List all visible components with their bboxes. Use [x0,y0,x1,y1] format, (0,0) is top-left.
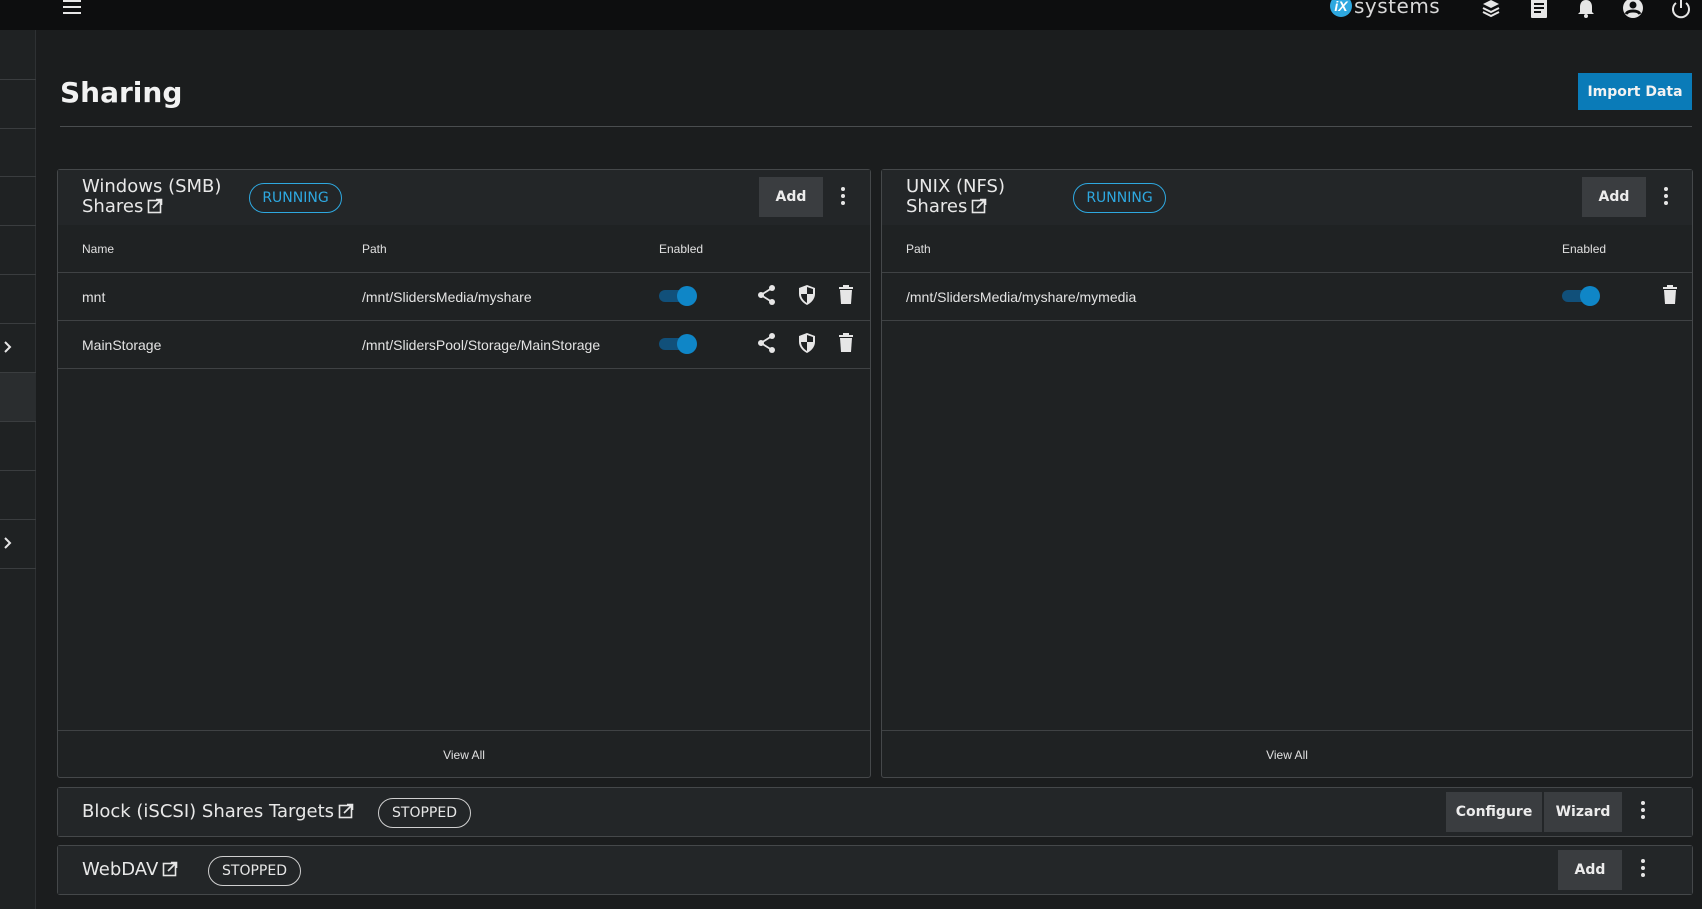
iscsi-card-title: Block (iSCSI) Shares Targets [82,802,354,822]
sidebar-divider [0,225,36,226]
logo-text: systems [1354,0,1441,18]
delete-icon[interactable] [835,332,857,354]
smb-shares-card: Windows (SMB) Shares RUNNING Add Name Pa… [57,169,871,778]
ixsystems-logo[interactable]: iX systems [1330,0,1440,20]
header-divider [60,126,1692,127]
footer-divider [58,730,870,731]
smb-row-name: MainStorage [82,337,162,353]
top-bar: iX systems [0,0,1702,30]
chevron-right-icon[interactable] [2,536,14,550]
nfs-more-icon[interactable] [1661,187,1671,209]
nfs-title-line1: UNIX (NFS) [906,176,1005,197]
smb-row-path: /mnt/SlidersPool/Storage/MainStorage [362,337,601,353]
logo-mark: iX [1330,0,1352,17]
security-shield-icon[interactable] [796,332,818,354]
sidebar-divider [0,323,36,324]
page-title: Sharing [60,76,183,109]
sidebar-divider [0,274,36,275]
open-in-new-icon[interactable] [162,861,178,877]
sidebar-divider [0,128,36,129]
smb-enabled-toggle[interactable] [659,332,697,354]
sidebar-item-sharing[interactable] [0,373,36,421]
sidebar-divider [0,568,36,569]
nfs-view-all-link[interactable]: View All [882,748,1692,762]
smb-title-line1: Windows (SMB) [82,176,222,197]
open-in-new-icon[interactable] [971,198,987,214]
col-header-name: Name [82,242,115,256]
smb-row-path: /mnt/SlidersMedia/myshare [362,289,532,305]
webdav-title-text: WebDAV [82,859,159,880]
iscsi-card: Block (iSCSI) Shares Targets STOPPED Con… [57,787,1693,837]
footer-divider [882,730,1692,731]
row-divider [882,320,1692,321]
sidebar-divider [0,470,36,471]
share-icon[interactable] [756,332,778,354]
row-divider [58,368,870,369]
iscsi-configure-button[interactable]: Configure [1446,792,1542,832]
smb-status-badge: RUNNING [249,183,342,213]
chevron-right-icon[interactable] [2,340,14,354]
smb-enabled-toggle[interactable] [659,284,697,306]
import-data-button[interactable]: Import Data [1578,73,1692,110]
webdav-card-header: WebDAV STOPPED Add [58,846,1692,894]
sidebar-divider [0,519,36,520]
row-divider [58,272,870,273]
tasks-icon[interactable] [1528,0,1550,20]
nfs-card-header: UNIX (NFS) Shares RUNNING Add [882,170,1692,225]
smb-card-header: Windows (SMB) Shares RUNNING Add [58,170,870,225]
col-header-path: Path [362,242,387,256]
row-divider [58,320,870,321]
webdav-card-title: WebDAV [82,860,178,880]
security-shield-icon[interactable] [796,284,818,306]
iscsi-more-icon[interactable] [1638,801,1648,823]
row-divider [882,272,1692,273]
delete-icon[interactable] [835,284,857,306]
webdav-status-badge: STOPPED [208,856,301,886]
smb-row-name: mnt [82,289,106,305]
smb-view-all-link[interactable]: View All [58,748,870,762]
delete-icon[interactable] [1659,284,1681,306]
iscsi-title-text: Block (iSCSI) Shares Targets [82,801,335,822]
smb-add-button[interactable]: Add [759,177,823,217]
nfs-status-badge: RUNNING [1073,183,1166,213]
sidebar [0,30,36,909]
open-in-new-icon[interactable] [147,198,163,214]
sidebar-divider [0,176,36,177]
open-in-new-icon[interactable] [338,803,354,819]
account-icon[interactable] [1622,0,1644,20]
nfs-card-title: UNIX (NFS) Shares [906,177,1005,217]
power-icon[interactable] [1670,0,1692,20]
bell-icon[interactable] [1575,0,1597,20]
nfs-title-line2: Shares [906,196,968,217]
col-header-enabled: Enabled [659,242,704,256]
smb-card-title: Windows (SMB) Shares [82,177,221,217]
nfs-shares-card: UNIX (NFS) Shares RUNNING Add Path Enabl… [881,169,1693,778]
webdav-add-button[interactable]: Add [1558,850,1622,890]
webdav-card: WebDAV STOPPED Add [57,845,1693,895]
smb-title-line2: Shares [82,196,144,217]
smb-more-icon[interactable] [838,187,848,209]
iscsi-wizard-button[interactable]: Wizard [1544,792,1622,832]
truecommand-icon[interactable] [1480,0,1502,20]
webdav-more-icon[interactable] [1638,859,1648,881]
iscsi-card-header: Block (iSCSI) Shares Targets STOPPED Con… [58,788,1692,836]
sidebar-divider [0,421,36,422]
col-header-path: Path [906,242,931,256]
nfs-row-path: /mnt/SlidersMedia/myshare/mymedia [906,289,1137,305]
share-icon[interactable] [756,284,778,306]
sidebar-divider [0,79,36,80]
menu-icon[interactable] [60,0,84,16]
iscsi-status-badge: STOPPED [378,798,471,828]
nfs-enabled-toggle[interactable] [1562,284,1600,306]
col-header-enabled: Enabled [1562,242,1607,256]
nfs-add-button[interactable]: Add [1582,177,1646,217]
